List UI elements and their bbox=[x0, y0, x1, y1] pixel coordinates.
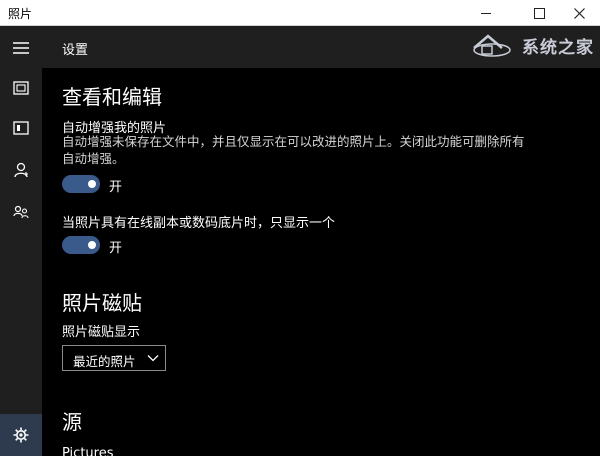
settings-content: 查看和编辑 自动增强我的照片 自动增强未保存在文件中，并且仅显示在可以改进的照片… bbox=[42, 68, 600, 456]
view-edit-section-title: 查看和编辑 bbox=[62, 85, 162, 109]
auto-enhance-toggle[interactable] bbox=[62, 175, 100, 193]
collection-icon bbox=[13, 81, 29, 95]
sidebar-item-shared[interactable] bbox=[0, 194, 42, 230]
page-header: 设置 系统之家 bbox=[42, 26, 600, 68]
auto-enhance-description: 自动增强未保存在文件中，并且仅显示在可以改进的照片上。关闭此功能可删除所有自动增… bbox=[62, 134, 525, 166]
watermark-logo: 系统之家 bbox=[472, 32, 594, 58]
app-title: 照片 bbox=[8, 7, 33, 21]
duplicates-toggle-state: 开 bbox=[109, 241, 123, 256]
sidebar bbox=[0, 26, 42, 456]
shared-icon bbox=[13, 205, 29, 219]
duplicates-label: 当照片具有在线副本或数码底片时，只显示一个 bbox=[62, 216, 336, 231]
house-logo-icon bbox=[473, 34, 511, 57]
tile-section-title: 照片磁贴 bbox=[62, 291, 142, 315]
gear-icon bbox=[13, 427, 29, 443]
source-item-pictures[interactable]: Pictures bbox=[62, 446, 113, 456]
sidebar-item-settings[interactable] bbox=[0, 414, 42, 456]
auto-enhance-toggle-state: 开 bbox=[109, 180, 123, 195]
sidebar-item-collection[interactable] bbox=[0, 70, 42, 106]
album-icon bbox=[13, 121, 29, 135]
minimize-icon bbox=[481, 12, 491, 14]
title-bar: 照片 bbox=[0, 0, 600, 26]
sources-section-title: 源 bbox=[62, 410, 82, 434]
watermark-text: 系统之家 bbox=[522, 37, 594, 58]
tile-display-selected: 最近的照片 bbox=[73, 354, 136, 369]
chevron-down-icon bbox=[147, 355, 159, 362]
tile-display-label: 照片磁贴显示 bbox=[62, 325, 141, 340]
toggle-knob bbox=[88, 180, 96, 188]
sidebar-item-albums[interactable] bbox=[0, 110, 42, 146]
maximize-icon bbox=[533, 7, 545, 19]
minimize-button[interactable] bbox=[463, 0, 509, 26]
toggle-knob bbox=[88, 241, 96, 249]
duplicates-toggle[interactable] bbox=[62, 236, 100, 254]
close-button[interactable] bbox=[556, 0, 600, 26]
sidebar-item-people[interactable] bbox=[0, 152, 42, 188]
close-icon bbox=[573, 7, 585, 19]
hamburger-menu-icon bbox=[13, 42, 29, 54]
hamburger-menu-button[interactable] bbox=[0, 30, 42, 66]
tile-display-dropdown[interactable]: 最近的照片 bbox=[62, 345, 166, 371]
page-title: 设置 bbox=[62, 43, 89, 58]
people-icon bbox=[14, 162, 28, 178]
